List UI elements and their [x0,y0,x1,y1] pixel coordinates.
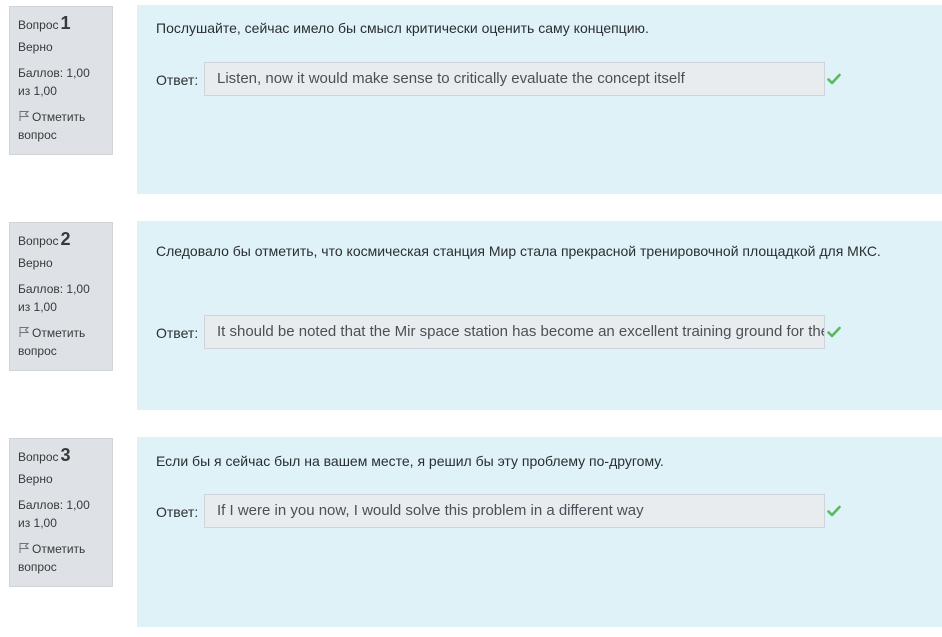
check-icon [827,73,841,85]
question-number-line: Вопрос 2 [18,229,104,251]
check-icon [827,326,841,338]
question-state: Верно [18,256,53,270]
question-label: Вопрос [18,18,59,32]
answer-input[interactable]: If I were in you now, I would solve this… [204,494,825,528]
question-content: Если бы я сейчас был на вашем месте, я р… [137,437,942,627]
check-icon [827,505,841,517]
answer-input[interactable]: It should be noted that the Mir space st… [204,315,825,349]
question-text: Если бы я сейчас был на вашем месте, я р… [156,453,664,469]
question-state: Верно [18,472,53,486]
answer-label: Ответ: [156,72,199,88]
question-label: Вопрос [18,450,59,464]
flag-icon [19,327,30,337]
question-text: Послушайте, сейчас имело бы смысл критич… [156,20,649,36]
question-number: 1 [60,13,71,33]
answer-input[interactable]: Listen, now it would make sense to criti… [204,62,825,96]
answer-label: Ответ: [156,504,199,520]
question-text: Следовало бы отметить, что космическая с… [156,243,881,259]
question-info: Вопрос 1 Верно Баллов: 1,00 из 1,00 Отмет… [9,6,113,155]
question-info: Вопрос 2 Верно Баллов: 1,00 из 1,00 Отмет… [9,222,113,371]
question-grade: Баллов: 1,00 из 1,00 [18,282,90,314]
question-content: Послушайте, сейчас имело бы смысл критич… [137,5,942,194]
question-label: Вопрос [18,234,59,248]
question-number-line: Вопрос 1 [18,13,104,35]
flag-question-button[interactable]: Отметить вопрос [18,540,104,576]
question-number: 3 [60,445,71,465]
flag-icon [19,543,30,553]
flag-question-button[interactable]: Отметить вопрос [18,108,104,144]
question-info: Вопрос 3 Верно Баллов: 1,00 из 1,00 Отмет… [9,438,113,587]
flag-question-button[interactable]: Отметить вопрос [18,324,104,360]
answer-label: Ответ: [156,325,199,341]
question-content: Следовало бы отметить, что космическая с… [137,221,942,410]
question-number-line: Вопрос 3 [18,445,104,467]
flag-icon [19,111,30,121]
question-grade: Баллов: 1,00 из 1,00 [18,66,90,98]
question-grade: Баллов: 1,00 из 1,00 [18,498,90,530]
question-state: Верно [18,40,53,54]
question-number: 2 [60,229,71,249]
